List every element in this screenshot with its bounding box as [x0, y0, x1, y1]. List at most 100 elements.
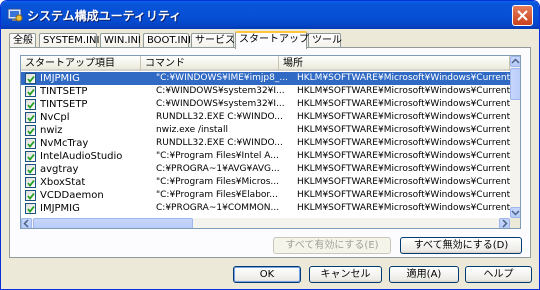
- startup-item-checkbox[interactable]: [25, 73, 36, 84]
- startup-item-location: HKLM¥SOFTWARE¥Microsoft¥Windows¥CurrentV…: [297, 73, 510, 83]
- checkmark-icon: [27, 75, 35, 83]
- startup-item-checkbox[interactable]: [25, 112, 36, 123]
- column-header-location[interactable]: 場所: [279, 56, 510, 71]
- startup-item-name: IntelAudioStudio: [40, 151, 123, 162]
- enable-all-button[interactable]: すべて有効にする(E): [273, 237, 391, 254]
- cancel-button[interactable]: キャンセル: [309, 266, 382, 283]
- horizontal-scroll-thumb[interactable]: [33, 218, 193, 228]
- table-row[interactable]: IMJPMIG C:¥PROGRA~1¥COMMON... HKLM¥SOFTWAR…: [21, 202, 510, 215]
- checkmark-icon: [27, 205, 35, 213]
- startup-tab-panel: スタートアップ項目 コマンド 場所 IMJPMIG "C:¥WINDOWS¥IME…: [9, 47, 531, 258]
- table-row[interactable]: IMJPMIG "C:¥WINDOWS¥IME¥imjp8_... HKLM¥SOF…: [21, 72, 510, 85]
- startup-item-command: C:¥PROGRA~1¥AVG¥AVG...: [156, 164, 280, 174]
- startup-item-command: "C:¥Program Files¥Elabor...: [156, 190, 278, 200]
- apply-button[interactable]: 適用(A): [389, 266, 459, 283]
- startup-item-checkbox[interactable]: [25, 164, 36, 175]
- scroll-down-button[interactable]: [510, 207, 520, 218]
- chevron-right-icon: [502, 219, 508, 228]
- startup-item-checkbox[interactable]: [25, 177, 36, 188]
- checkmark-icon: [27, 192, 35, 200]
- checkmark-icon: [27, 140, 35, 148]
- startup-item-location: HKLM¥SOFTWARE¥Microsoft¥Windows¥CurrentV…: [297, 112, 510, 122]
- vertical-scroll-thumb[interactable]: [510, 68, 520, 100]
- startup-item-checkbox[interactable]: [25, 138, 36, 149]
- ok-button[interactable]: OK: [233, 266, 301, 283]
- close-icon: [517, 10, 528, 21]
- startup-item-command: "C:¥WINDOWS¥IME¥imjp8_...: [156, 73, 288, 83]
- startup-item-name: avgtray: [40, 164, 79, 175]
- table-row[interactable]: TINTSETP C:¥WINDOWS¥system32¥I... HKLM¥SOF…: [21, 85, 510, 98]
- table-row[interactable]: XboxStat "C:¥Program Files¥Micros... HKLM¥…: [21, 176, 510, 189]
- startup-item-name: TINTSETP: [40, 86, 88, 97]
- startup-item-command: "C:¥Program Files¥Micros...: [156, 177, 279, 187]
- startup-item-location: HKLM¥SOFTWARE¥Microsoft¥Windows¥CurrentV…: [297, 164, 510, 174]
- startup-item-name: nwiz: [40, 125, 63, 136]
- close-button[interactable]: [512, 5, 533, 26]
- startup-item-location: HKLM¥SOFTWARE¥Microsoft¥Windows¥CurrentV…: [297, 86, 510, 96]
- startup-item-name: NvCpl: [40, 112, 70, 123]
- startup-item-location: HKLM¥SOFTWARE¥Microsoft¥Windows¥CurrentV…: [297, 99, 510, 109]
- startup-item-checkbox[interactable]: [25, 99, 36, 110]
- system-configuration-window: システム構成ユーティリティ 全般 SYSTEM.INI WIN.INI BOOT…: [0, 0, 540, 290]
- startup-item-name: XboxStat: [40, 177, 86, 188]
- startup-item-name: VCDDaemon: [40, 190, 104, 201]
- table-row[interactable]: IntelAudioStudio "C:¥Program Files¥Intel …: [21, 150, 510, 163]
- table-row[interactable]: NvMcTray RUNDLL32.EXE C:¥WINDO... HKLM¥SOF…: [21, 137, 510, 150]
- startup-item-command: nwiz.exe /install: [156, 125, 228, 135]
- tab-boot-ini[interactable]: BOOT.INI: [143, 33, 191, 48]
- chevron-left-icon: [23, 219, 29, 228]
- checkmark-icon: [27, 101, 35, 109]
- help-button[interactable]: ヘルプ: [465, 266, 532, 283]
- horizontal-scrollbar[interactable]: [21, 218, 510, 228]
- startup-item-command: "C:¥Program Files¥Intel A...: [156, 151, 279, 161]
- window-title: システム構成ユーティリティ: [27, 9, 182, 23]
- startup-item-location: HKLM¥SOFTWARE¥Microsoft¥Windows¥CurrentV…: [297, 203, 510, 213]
- tab-services[interactable]: サービス: [191, 33, 235, 48]
- startup-item-name: IMJPMIG: [40, 73, 80, 84]
- startup-item-command: C:¥WINDOWS¥system32¥I...: [156, 99, 285, 109]
- startup-item-name: NvMcTray: [40, 138, 89, 149]
- startup-item-checkbox[interactable]: [25, 125, 36, 136]
- table-row[interactable]: VCDDaemon "C:¥Program Files¥Elabor... HKLM…: [21, 189, 510, 202]
- startup-item-location: HKLM¥SOFTWARE¥Microsoft¥Windows¥CurrentV…: [297, 125, 510, 135]
- checkmark-icon: [27, 166, 35, 174]
- startup-item-command: C:¥WINDOWS¥system32¥I...: [156, 86, 285, 96]
- chevron-down-icon: [511, 210, 520, 216]
- tab-general[interactable]: 全般: [9, 33, 36, 48]
- column-header-startup-item[interactable]: スタートアップ項目: [21, 56, 141, 71]
- checkmark-icon: [27, 153, 35, 161]
- vertical-scrollbar[interactable]: [510, 56, 520, 218]
- msconfig-app-icon: [7, 7, 23, 23]
- table-row[interactable]: avgtray C:¥PROGRA~1¥AVG¥AVG... HKLM¥SOFTWA…: [21, 163, 510, 176]
- startup-item-checkbox[interactable]: [25, 151, 36, 162]
- table-row[interactable]: NvCpl RUNDLL32.EXE C:¥WINDO... HKLM¥SOFTWA…: [21, 111, 510, 124]
- startup-item-location: HKLM¥SOFTWARE¥Microsoft¥Windows¥CurrentV…: [297, 138, 510, 148]
- table-row[interactable]: nwiz nwiz.exe /install HKLM¥SOFTWARE¥Micro…: [21, 124, 510, 137]
- startup-list[interactable]: スタートアップ項目 コマンド 場所 IMJPMIG "C:¥WINDOWS¥IME…: [20, 55, 521, 229]
- startup-item-command: C:¥PROGRA~1¥COMMON...: [156, 203, 280, 213]
- startup-item-name: TINTSETP: [40, 99, 88, 110]
- tab-win-ini[interactable]: WIN.INI: [100, 33, 141, 48]
- startup-item-checkbox[interactable]: [25, 86, 36, 97]
- scroll-left-button[interactable]: [21, 218, 32, 228]
- startup-item-location: HKLM¥SOFTWARE¥Microsoft¥Windows¥CurrentV…: [297, 177, 510, 187]
- checkmark-icon: [27, 127, 35, 135]
- startup-item-command: RUNDLL32.EXE C:¥WINDO...: [156, 112, 283, 122]
- disable-all-button[interactable]: すべて無効にする(D): [400, 237, 522, 254]
- column-header-command[interactable]: コマンド: [141, 56, 279, 71]
- table-row[interactable]: TINTSETP C:¥WINDOWS¥system32¥I... HKLM¥SOF…: [21, 98, 510, 111]
- tab-system-ini[interactable]: SYSTEM.INI: [39, 33, 99, 48]
- scrollbar-corner: [510, 218, 520, 228]
- startup-item-location: HKLM¥SOFTWARE¥Microsoft¥Windows¥CurrentV…: [297, 190, 510, 200]
- title-bar[interactable]: システム構成ユーティリティ: [1, 1, 539, 29]
- startup-item-command: RUNDLL32.EXE C:¥WINDO...: [156, 138, 283, 148]
- startup-item-checkbox[interactable]: [25, 190, 36, 201]
- startup-item-checkbox[interactable]: [25, 203, 36, 214]
- scroll-up-button[interactable]: [510, 56, 520, 67]
- startup-item-location: HKLM¥SOFTWARE¥Microsoft¥Windows¥CurrentV…: [297, 151, 510, 161]
- scroll-right-button[interactable]: [499, 218, 510, 228]
- tab-startup[interactable]: スタートアップ: [235, 31, 309, 49]
- column-header-row: スタートアップ項目 コマンド 場所: [21, 56, 510, 71]
- checkmark-icon: [27, 179, 35, 187]
- tab-tools[interactable]: ツール: [308, 33, 342, 48]
